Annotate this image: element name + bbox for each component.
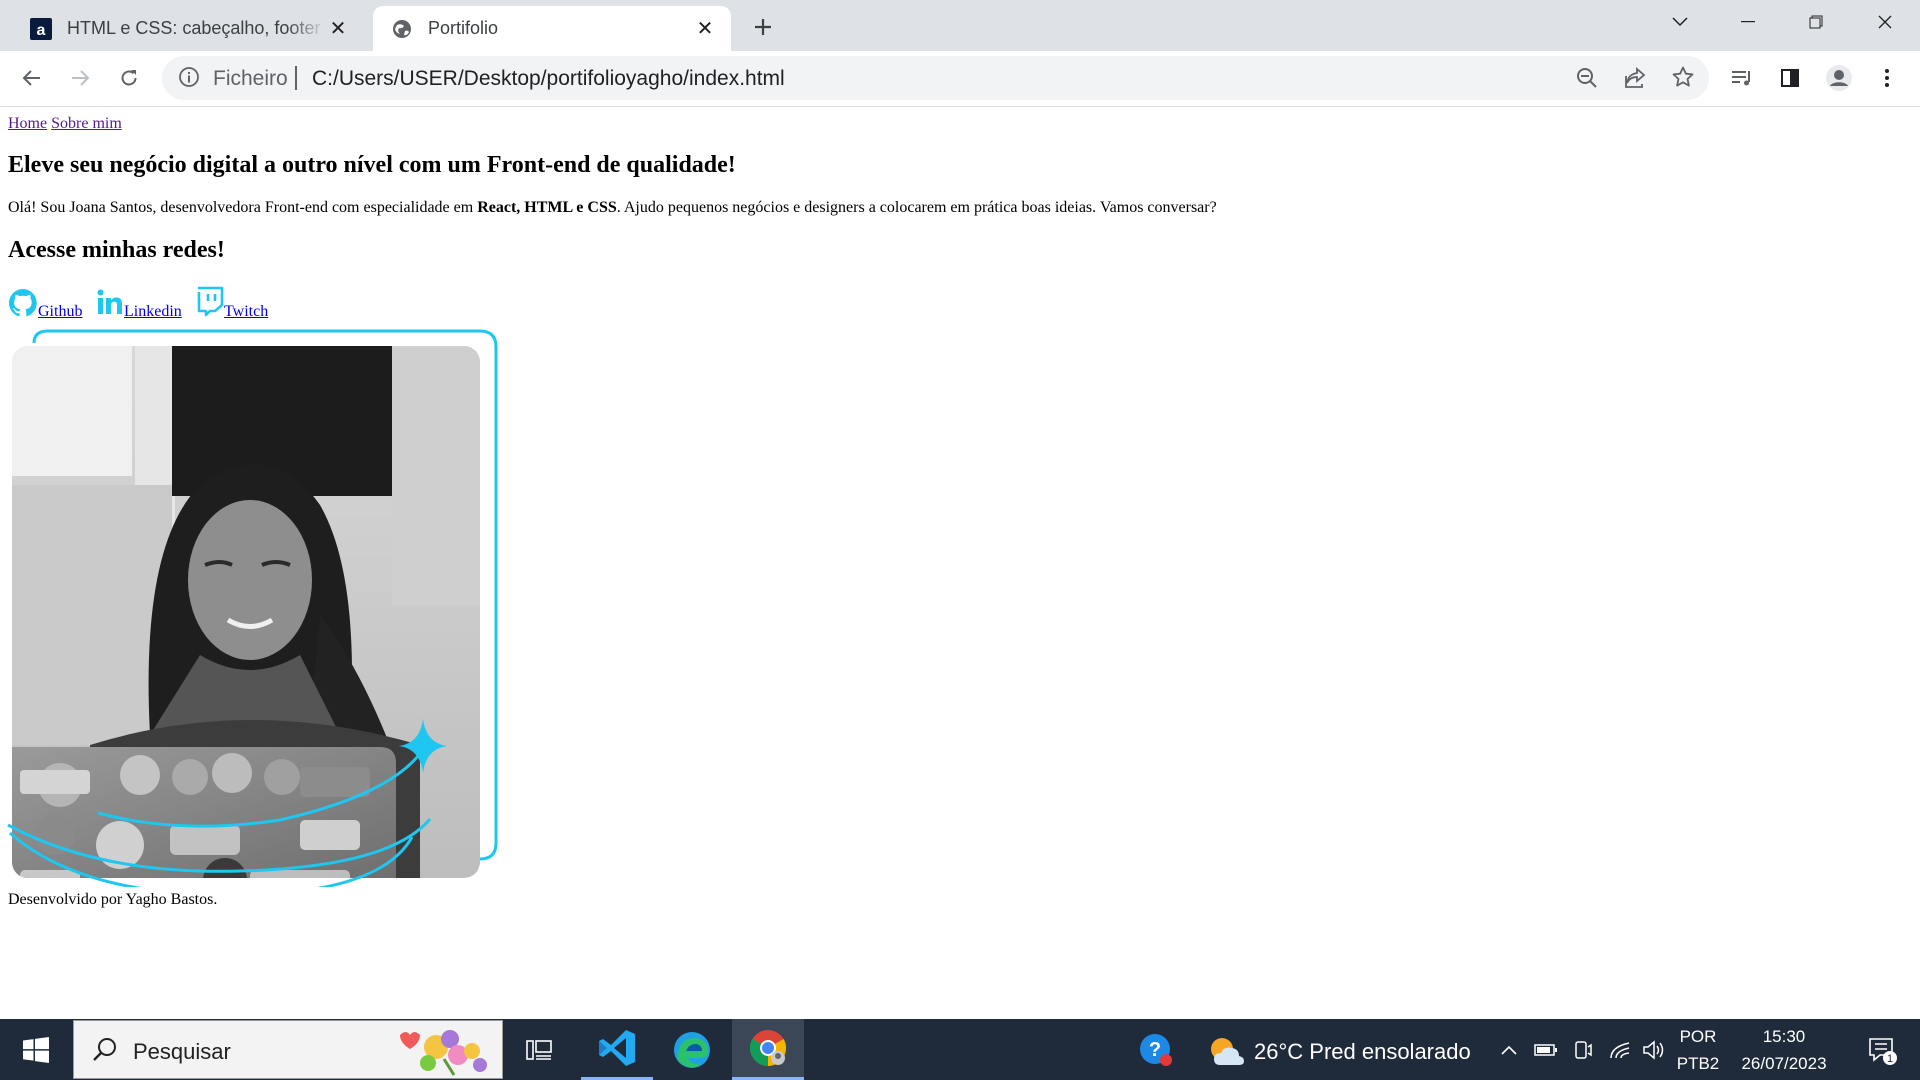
close-icon[interactable]: ✕ — [693, 17, 717, 41]
vscode-icon — [599, 1030, 635, 1066]
notifications-button[interactable]: 1 — [1852, 1019, 1912, 1080]
new-tab-button[interactable] — [746, 10, 780, 44]
nav-link-about[interactable]: Sobre mim — [51, 115, 122, 132]
minimize-button[interactable] — [1718, 0, 1778, 44]
share-icon[interactable] — [1623, 66, 1647, 95]
chevron-down-icon — [1672, 17, 1688, 27]
page-content: Home Sobre mim Eleve seu negócio digital… — [0, 107, 1920, 1019]
nav-menu: Home Sobre mim — [8, 115, 122, 133]
url-text[interactable]: C:/Users/USER/Desktop/portifolioyagho/in… — [312, 67, 785, 91]
tab-portifolio[interactable]: Portifolio ✕ — [373, 6, 731, 51]
sun-cloud-icon — [1211, 1038, 1244, 1065]
github-icon — [8, 288, 37, 317]
edge-app[interactable] — [656, 1019, 728, 1080]
close-icon[interactable]: ✕ — [326, 17, 350, 41]
clock-time[interactable]: 15:30 — [1738, 1027, 1830, 1047]
side-panel-icon — [1781, 69, 1799, 87]
browser-toolbar: Ficheiro C:/Users/USER/Desktop/portifoli… — [0, 51, 1920, 107]
intro-skills: React, HTML e CSS — [477, 199, 617, 216]
tab-strip: a HTML e CSS: cabeçalho, footer e ✕ Port… — [0, 0, 1920, 51]
nav-link-home[interactable]: Home — [8, 115, 47, 132]
arrow-left-icon — [22, 70, 40, 86]
twitch-icon — [197, 286, 224, 317]
close-window-button[interactable] — [1855, 0, 1915, 44]
show-hidden-icons-button[interactable] — [1493, 1019, 1525, 1080]
battery-tray[interactable] — [1530, 1019, 1562, 1080]
side-panel-button[interactable] — [1773, 61, 1807, 95]
tab-alura[interactable]: a HTML e CSS: cabeçalho, footer e ✕ — [12, 6, 364, 51]
bouquet-icon — [400, 1030, 487, 1076]
svg-text:?: ? — [1149, 1039, 1161, 1061]
forward-button[interactable] — [63, 61, 97, 95]
alura-icon: a — [29, 17, 53, 41]
footer-text: Desenvolvido por Yagho Bastos. — [8, 891, 218, 908]
wifi-icon — [1610, 1041, 1630, 1058]
star-icon[interactable] — [1671, 65, 1695, 94]
weather-widget[interactable]: 26°C Pred ensolarado — [1208, 1035, 1471, 1069]
edge-icon — [674, 1031, 710, 1068]
social-heading: Acesse minhas redes! — [8, 237, 225, 263]
taskbar-search[interactable]: Pesquisar — [73, 1020, 503, 1079]
windows-icon — [23, 1036, 49, 1063]
svg-text:a: a — [37, 22, 46, 39]
task-view-button[interactable] — [503, 1019, 575, 1080]
close-icon — [1878, 15, 1892, 29]
meet-tray[interactable] — [1567, 1019, 1599, 1080]
zoom-icon[interactable] — [1575, 66, 1599, 95]
arrow-right-icon — [72, 70, 90, 86]
start-button[interactable] — [0, 1019, 72, 1080]
linkedin-icon — [97, 289, 122, 314]
reload-button[interactable] — [112, 61, 146, 95]
hero-image — [7, 329, 498, 887]
back-button[interactable] — [15, 61, 49, 95]
restore-icon — [1809, 15, 1823, 29]
vscode-app[interactable] — [581, 1019, 653, 1080]
kebab-menu-icon — [1885, 69, 1889, 87]
search-placeholder: Pesquisar — [133, 1039, 231, 1064]
restore-button[interactable] — [1786, 0, 1846, 44]
minimize-icon — [1741, 21, 1755, 23]
device-icon — [1575, 1040, 1592, 1059]
menu-button[interactable] — [1870, 61, 1904, 95]
network-tray[interactable] — [1604, 1019, 1636, 1080]
language-bottom[interactable]: PTB2 — [1674, 1054, 1722, 1074]
intro-text: Olá! Sou Joana Santos, desenvolvedora Fr… — [8, 199, 478, 216]
notification-icon: 1 — [1869, 1037, 1897, 1065]
reload-icon — [121, 70, 137, 86]
intro-text-end: . Ajudo pequenos negócios e designers a … — [616, 199, 1217, 216]
tab-title: Portifolio — [428, 18, 499, 38]
speaker-icon — [1643, 1039, 1664, 1060]
tab-title: HTML e CSS: cabeçalho, footer e — [67, 18, 326, 38]
profile-button[interactable] — [1822, 61, 1856, 95]
chrome-icon — [749, 1030, 787, 1066]
tab-search-button[interactable] — [1650, 0, 1710, 44]
help-tray-button[interactable]: ? — [1120, 1019, 1192, 1080]
chevron-up-icon — [1501, 1045, 1517, 1055]
address-bar[interactable]: Ficheiro C:/Users/USER/Desktop/portifoli… — [162, 56, 1709, 100]
taskbar: Pesquisar ? 26°C Pred ensolarado POR PTB… — [0, 1019, 1920, 1080]
plus-icon — [755, 19, 771, 35]
divider — [295, 66, 297, 90]
notification-count: 1 — [1887, 1053, 1893, 1065]
info-icon[interactable] — [178, 66, 200, 93]
media-list-icon — [1732, 71, 1750, 86]
help-icon: ? — [1140, 1033, 1172, 1066]
language-top[interactable]: POR — [1678, 1027, 1718, 1047]
task-view-icon — [526, 1039, 552, 1060]
volume-tray[interactable] — [1638, 1019, 1670, 1080]
clock-date[interactable]: 26/07/2023 — [1738, 1054, 1830, 1074]
battery-icon — [1534, 1043, 1557, 1056]
reading-list-button[interactable] — [1725, 61, 1759, 95]
weather-text: 26°C Pred ensolarado — [1254, 1039, 1471, 1064]
search-icon — [93, 1038, 116, 1061]
globe-icon — [390, 17, 414, 41]
page-headline: Eleve seu negócio digital a outro nível … — [8, 152, 736, 178]
chrome-app[interactable] — [732, 1019, 804, 1080]
avatar-icon — [1826, 65, 1852, 91]
scheme-label: Ficheiro — [213, 67, 288, 90]
intro-paragraph: Olá! Sou Joana Santos, desenvolvedora Fr… — [8, 199, 1217, 217]
